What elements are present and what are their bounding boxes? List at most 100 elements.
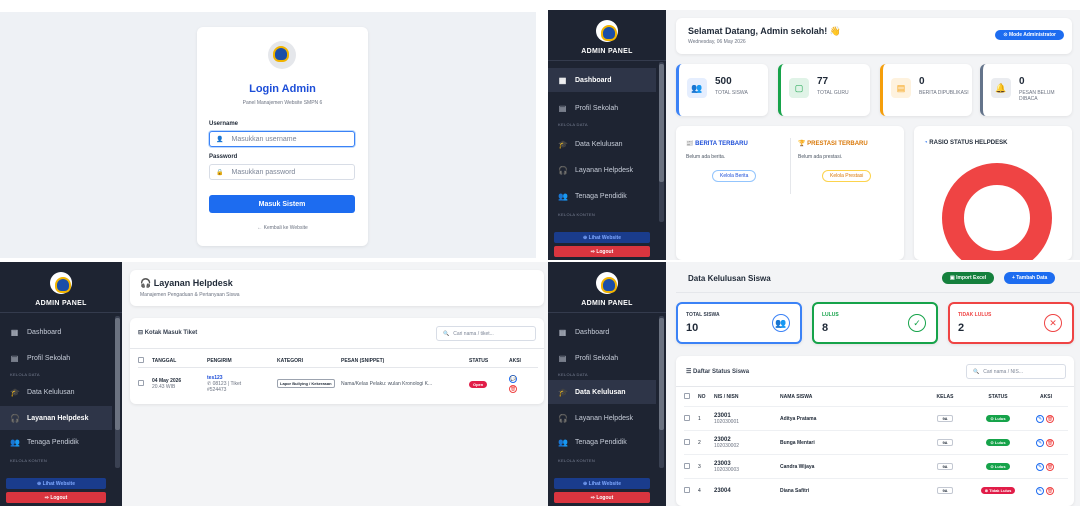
stat-card: ▤ 0 BERITA DIPUBLIKASI — [880, 64, 972, 116]
row-checkbox[interactable] — [138, 380, 152, 388]
row-no: 1 — [698, 415, 701, 422]
username-input[interactable]: 👤 Masukkan username — [209, 131, 355, 147]
ticket-search-input[interactable]: 🔍 Cari nama / tiket... — [436, 326, 536, 341]
checkbox — [138, 380, 144, 386]
sidebar: ADMIN PANEL ▦ Dashboard ▤ Profil Sekolah K… — [548, 262, 666, 506]
row-kelas: 9A — [920, 415, 970, 422]
building-icon: ▤ — [10, 353, 19, 363]
sidebar-item-kelulusan[interactable]: 🎓 Data Kelulusan — [548, 380, 656, 404]
row-checkbox[interactable] — [684, 438, 698, 447]
ticket-table-header: TANGGAL PENGIRIM KATEGORI PESAN (SNIPPET… — [138, 354, 538, 368]
checkbox — [684, 414, 690, 421]
lihat-website-button[interactable]: ⊕ Lihat Website — [6, 478, 106, 489]
sidebar-item-profil[interactable]: ▤ Profil Sekolah — [548, 346, 656, 370]
col-no: NO — [698, 394, 706, 400]
sidebar-item-pendidik[interactable]: 👥 Tenaga Pendidik — [548, 184, 656, 208]
trash-icon[interactable]: 🗑 — [1046, 438, 1054, 447]
table-row[interactable]: 04 May 2026 20.43 WIB tes123 ✆ 08123 | Tik… — [138, 368, 538, 400]
time-text: 20.43 WIB — [152, 384, 176, 390]
sidebar-section-konten: KELOLA KONTEN — [10, 458, 48, 463]
trash-icon[interactable]: 🗑 — [1046, 462, 1054, 471]
row-checkbox[interactable] — [684, 486, 698, 495]
sidebar-divider — [0, 312, 122, 313]
select-all-checkbox[interactable] — [138, 356, 152, 365]
table-row[interactable]: 1 23001 102030001 Aditya Pratama 9A ⊙ Lulus ✎ 🗑 — [684, 406, 1068, 430]
sidebar-item-dashboard[interactable]: ▦ Dashboard — [548, 68, 656, 92]
tambah-data-button[interactable]: + Tambah Data — [1004, 272, 1056, 284]
lihat-website-button[interactable]: ⊕ Lihat Website — [554, 478, 650, 489]
table-row[interactable]: 4 23004 Diana Safitri 9A ⊗ Tidak Lulus ✎ 🗑 — [684, 478, 1068, 502]
logout-button[interactable]: ⇨ Logout — [554, 492, 650, 503]
news-achievements-card: 📰 BERITA TERBARU Belum ada berita. Kelol… — [676, 126, 904, 260]
divider — [790, 138, 791, 194]
student-table-header: NO NIS / NISN NAMA SISWA KELAS STATUS AK… — [684, 390, 1068, 404]
sidebar-scrollbar[interactable] — [115, 316, 120, 468]
list-icon: ☰ — [686, 369, 694, 375]
login-title: Login Admin — [249, 83, 316, 95]
edit-icon[interactable]: ✎ — [1036, 438, 1044, 447]
helpdesk-header: 🎧 Layanan Helpdesk Manajemen Pengaduan &… — [130, 270, 544, 306]
select-all-checkbox[interactable] — [684, 393, 698, 401]
checkbox — [684, 486, 690, 493]
sidebar-item-profil[interactable]: ▤ Profil Sekolah — [548, 96, 656, 120]
dashboard-icon: ▦ — [558, 327, 567, 337]
sidebar-title: ADMIN PANEL — [35, 300, 87, 307]
logout-button[interactable]: ⇨ Logout — [6, 492, 106, 503]
row-actions: ✎ 🗑 — [1026, 462, 1066, 471]
kelola-berita-button[interactable]: Kelola Berita — [712, 170, 757, 182]
school-logo — [268, 41, 296, 69]
password-input[interactable]: 🔒 Masukkan password — [209, 164, 355, 180]
username-label: Username — [209, 121, 239, 127]
graduation-stat-card: LULUS 8 ✓ — [812, 302, 938, 344]
kelulusan-screen: ADMIN PANEL ▦ Dashboard ▤ Profil Sekolah K… — [548, 262, 1080, 506]
sidebar-item-dashboard[interactable]: ▦ Dashboard — [548, 320, 656, 344]
sidebar-title: ADMIN PANEL — [581, 300, 633, 307]
reply-icon[interactable]: 💬 — [509, 375, 517, 383]
edit-icon[interactable]: ✎ — [1036, 486, 1044, 495]
kelas-badge: 9A — [937, 439, 953, 446]
stat-label: PESAN BELUM DIBACA — [1019, 90, 1055, 102]
checkbox — [138, 356, 144, 363]
search-icon: 🔍 — [443, 330, 450, 337]
kelas-badge: 9A — [937, 415, 953, 422]
sidebar-item-pendidik[interactable]: 👥 Tenaga Pendidik — [548, 430, 656, 454]
lihat-website-button[interactable]: ⊕ Lihat Website — [554, 232, 650, 243]
sidebar-item-helpdesk[interactable]: 🎧 Layanan Helpdesk — [548, 406, 656, 430]
sidebar-scrollbar[interactable] — [659, 316, 664, 468]
back-to-website-link[interactable]: ← Kembali ke Website — [197, 225, 368, 231]
table-row[interactable]: 2 23002 102030002 Bunga Mentari 9A ⊙ Lulus ✎ 🗑 — [684, 430, 1068, 454]
student-search-input[interactable]: 🔍 Cari nama / NIS... — [966, 364, 1066, 379]
logout-button[interactable]: ⇨ Logout — [554, 246, 650, 257]
news-icon: ▤ — [891, 78, 911, 98]
sidebar-brand: ADMIN PANEL — [548, 10, 666, 55]
status-badge: Open — [469, 380, 488, 388]
trash-icon[interactable]: 🗑 — [1046, 414, 1054, 423]
ticket-category: Lapor Bullying / Kekerasan — [277, 379, 341, 388]
stat-value: 0 — [919, 76, 925, 87]
row-checkbox[interactable] — [684, 414, 698, 423]
trash-icon[interactable]: 🗑 — [1046, 486, 1054, 495]
sidebar-item-helpdesk[interactable]: 🎧 Layanan Helpdesk — [0, 406, 112, 430]
sidebar-item-dashboard[interactable]: ▦ Dashboard — [0, 320, 112, 344]
current-date: Wednesday, 06 May 2026 — [688, 39, 746, 45]
edit-icon[interactable]: ✎ — [1036, 414, 1044, 423]
sidebar-item-profil[interactable]: ▤ Profil Sekolah — [0, 346, 112, 370]
user-icon: 👤 — [216, 136, 224, 143]
mode-administrator-badge[interactable]: ⊙ Mode Administrator — [995, 30, 1064, 40]
nisn-text: 102030003 — [714, 466, 740, 473]
sidebar-scrollbar[interactable] — [659, 62, 664, 222]
sidebar-divider — [548, 60, 666, 61]
table-row[interactable]: 3 23003 102030003 Candra Wijaya 9A ⊙ Lulus ✎ 🗑 — [684, 454, 1068, 478]
sidebar-item-helpdesk[interactable]: 🎧 Layanan Helpdesk — [548, 158, 656, 182]
row-checkbox[interactable] — [684, 462, 698, 471]
trash-icon[interactable]: 🗑 — [509, 385, 517, 393]
kelola-prestasi-button[interactable]: Kelola Prestasi — [822, 170, 872, 182]
kelulusan-title: Data Kelulusan Siswa — [688, 274, 771, 283]
import-excel-button[interactable]: ▣ Import Excel — [942, 272, 995, 284]
edit-icon[interactable]: ✎ — [1036, 462, 1044, 471]
sidebar-item-pendidik[interactable]: 👥 Tenaga Pendidik — [0, 430, 112, 454]
login-submit-button[interactable]: Masuk Sistem — [209, 195, 355, 213]
sidebar-item-kelulusan[interactable]: 🎓 Data Kelulusan — [548, 132, 656, 156]
sidebar-item-kelulusan[interactable]: 🎓 Data Kelulusan — [0, 380, 112, 404]
stat-card: ▢ 77 TOTAL GURU — [778, 64, 870, 116]
